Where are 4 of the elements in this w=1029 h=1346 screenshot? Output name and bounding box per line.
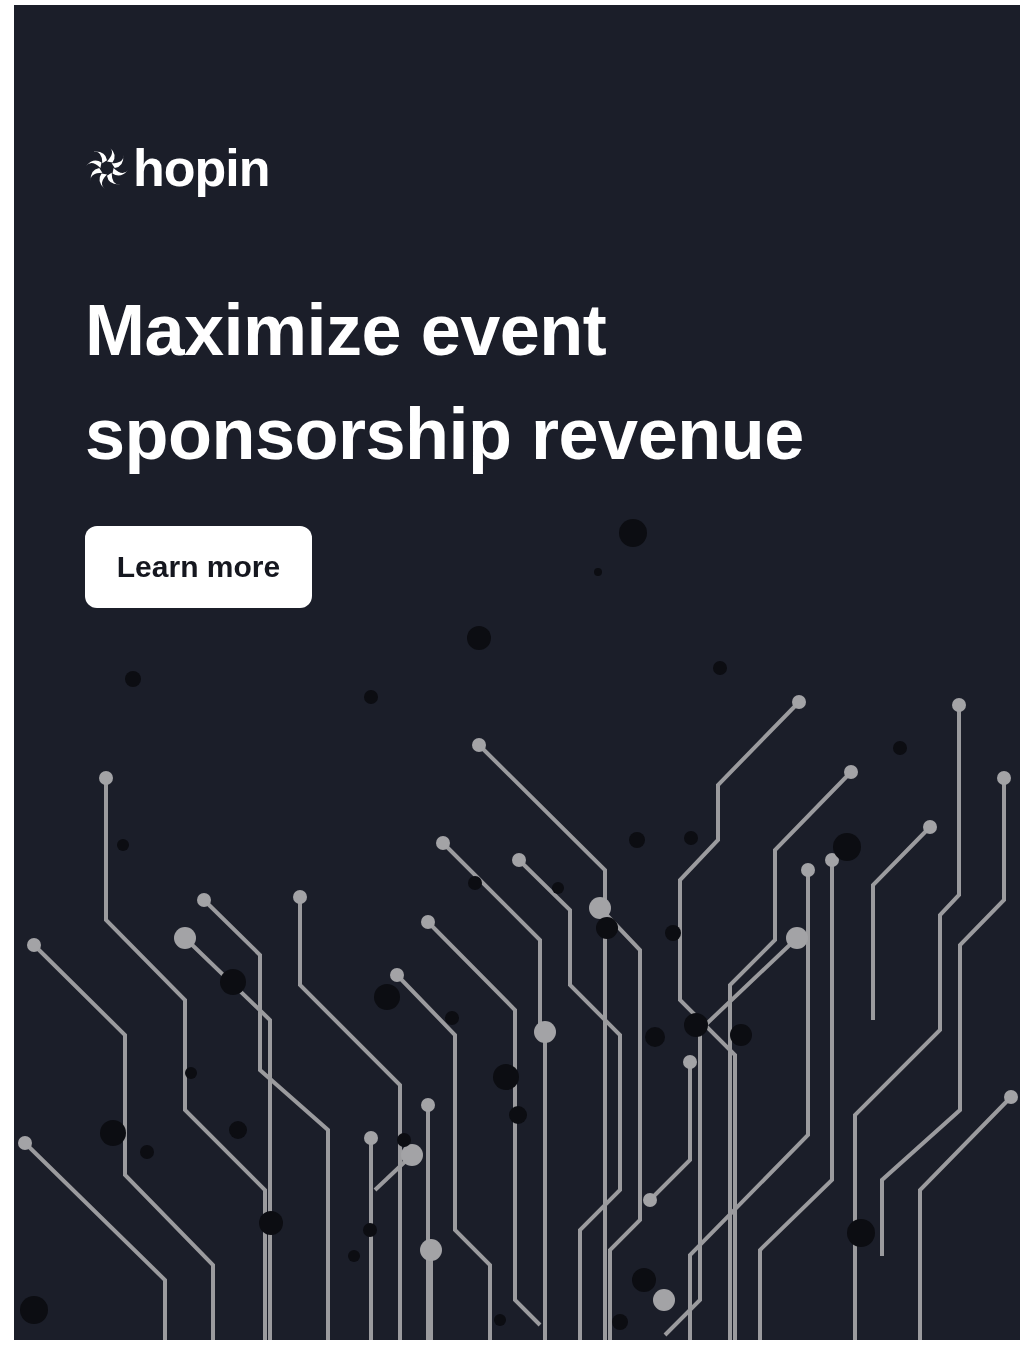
brand-name: hopin (133, 138, 270, 198)
learn-more-button[interactable]: Learn more (85, 526, 312, 608)
logo-icon (85, 146, 129, 190)
headline: Maximize event sponsorship revenue (85, 289, 805, 476)
